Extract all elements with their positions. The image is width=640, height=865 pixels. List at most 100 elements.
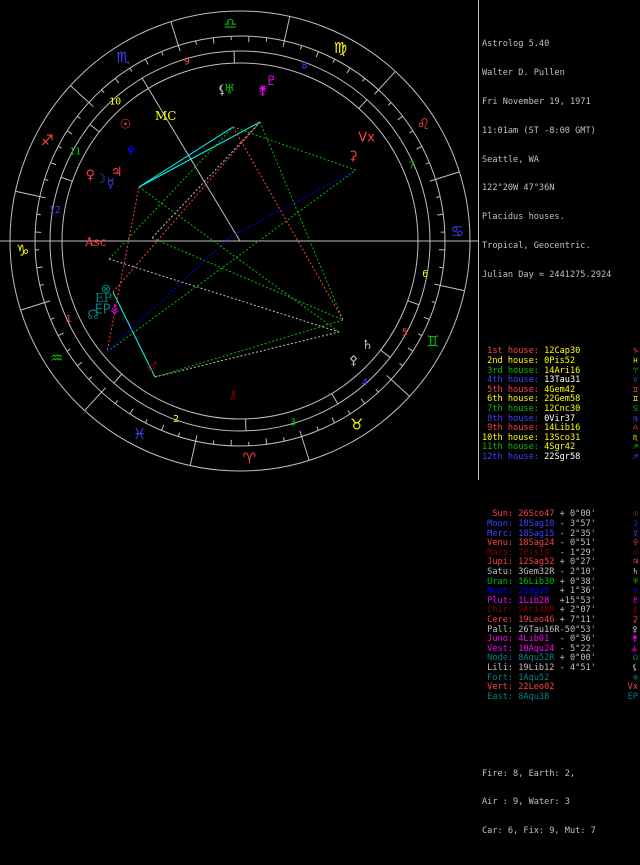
house-cusp-line [359, 100, 367, 109]
planet-wheel-icon: ⚳ [348, 149, 358, 164]
chart-coords: 122°20W 47°36N [482, 184, 638, 194]
aspect-line [233, 127, 343, 320]
degree-tick [130, 409, 133, 414]
house-label: 4th house: [482, 375, 544, 385]
planet-label: Lili: [482, 663, 518, 673]
degree-tick [58, 333, 63, 336]
zodiac-sign-icon: ♈ [243, 449, 256, 467]
house-label: 6th house: [482, 394, 544, 404]
planet-position: 2Sag35 [518, 586, 559, 596]
planet-label: Nept: [482, 586, 518, 596]
house-cusp-line [381, 350, 390, 357]
degree-tick [374, 90, 378, 94]
degree-tick [333, 59, 335, 63]
degree-tick [266, 38, 267, 42]
planet-label: Jupi: [482, 557, 518, 567]
sign-divider [171, 22, 179, 46]
planet-wheel-icon: ⚵ [258, 84, 268, 99]
planet-label: Fort: [482, 673, 518, 683]
house-number: 8 [301, 60, 307, 71]
planet-label: Merc: [482, 529, 518, 539]
summary-modes: Car: 6, Fix: 9, Mut: 7 [482, 827, 638, 837]
chart-place: Seattle, WA [482, 156, 638, 166]
planet-latitude: + 2°07' [560, 605, 596, 615]
sign-icon: ♐ [633, 453, 638, 463]
planet-icon: ♃ [633, 558, 638, 568]
planet-label: East: [482, 692, 518, 702]
planet-icon: ⚴ [632, 626, 638, 636]
degree-tick [162, 52, 164, 56]
degree-tick [89, 377, 92, 380]
planet-latitude: + 0°00' [560, 509, 596, 519]
planet-latitude: - 2°10' [560, 567, 596, 577]
degree-tick [44, 179, 48, 180]
planet-latitude: - 0°36' [560, 634, 596, 644]
zodiac-sign-icon: ♏ [116, 49, 130, 67]
degree-tick [37, 214, 41, 215]
planet-latitude: - 1°29' [560, 548, 596, 558]
zodiac-sign-icon: ♍ [334, 39, 347, 57]
planet-position: 16Lib30 [518, 577, 559, 587]
house-number: 10 [109, 96, 121, 107]
degree-tick [347, 68, 350, 73]
degree-tick [317, 427, 319, 431]
degree-tick [348, 411, 350, 414]
house-number: 2 [173, 414, 179, 425]
planet-position: 8Aqu52R [518, 653, 559, 663]
planet-position: 10Aqu24 [518, 644, 559, 654]
planet-position: 12Sag52 [518, 557, 559, 567]
degree-tick [417, 146, 422, 149]
sign-divider [190, 441, 195, 465]
house-cusp-position: 14Lib16 [544, 423, 580, 433]
house-cusp-line [332, 394, 338, 404]
degree-tick [77, 362, 82, 366]
degree-tick [51, 318, 55, 320]
element-summary: Fire: 8, Earth: 2, Air : 9, Water: 3 Car… [482, 750, 638, 856]
east-point-label: EP [95, 291, 112, 305]
house-number: 3 [290, 417, 296, 428]
degree-tick [67, 131, 72, 134]
aspect-line [109, 259, 339, 332]
program-title: Astrolog 5.40 [482, 40, 638, 50]
house-cusp-line [142, 78, 148, 88]
zodiac-sign-icon: ♊ [426, 332, 439, 350]
planet-icon: Vx [628, 683, 638, 693]
degree-tick [196, 435, 197, 441]
planet-label: Sun: [482, 509, 518, 519]
planet-position: 7Pis19 [518, 548, 559, 558]
planet-icon: ☉ [633, 510, 638, 520]
degree-tick [283, 41, 284, 47]
house-cusp-position: 22Gem58 [544, 394, 580, 404]
chart-time: 11:01am (ST -8:00 GMT) [482, 127, 638, 137]
house-cusp-line [61, 177, 72, 181]
zodiac-sign-icon: ♐ [40, 132, 53, 150]
house-number: 6 [422, 269, 428, 280]
degree-tick [426, 163, 430, 165]
aspect-line [152, 122, 260, 238]
house-label: 5th house: [482, 385, 544, 395]
degree-tick [77, 116, 80, 118]
house-cusp-line [114, 374, 122, 383]
planet-wheel-icon: Vx [358, 131, 375, 146]
aspect-line [139, 122, 260, 187]
planet-label: Plut: [482, 596, 518, 606]
planet-wheel-icon: ⚷ [228, 388, 238, 403]
planet-position: 19Leo46 [518, 615, 559, 625]
planet-position: 26Sco47 [518, 509, 559, 519]
planet-label: Chir: [482, 605, 518, 615]
degree-tick [387, 375, 391, 379]
degree-tick [300, 45, 301, 49]
sign-divider [21, 303, 45, 311]
planet-label: Vert: [482, 682, 518, 692]
house-cusp-position: 4Sgr42 [544, 442, 575, 452]
planet-latitude: + 1°36' [560, 586, 596, 596]
sign-divider [436, 172, 460, 180]
aspect-line [233, 127, 356, 170]
degree-tick [300, 431, 302, 437]
planet-icon: EP [628, 693, 638, 703]
degree-tick [398, 116, 403, 120]
sign-divider [70, 86, 88, 103]
house-cusp-position: 12Cnc30 [544, 404, 580, 414]
summary-fire-earth: Fire: 8, Earth: 2, [482, 770, 638, 780]
degree-tick [388, 103, 391, 106]
